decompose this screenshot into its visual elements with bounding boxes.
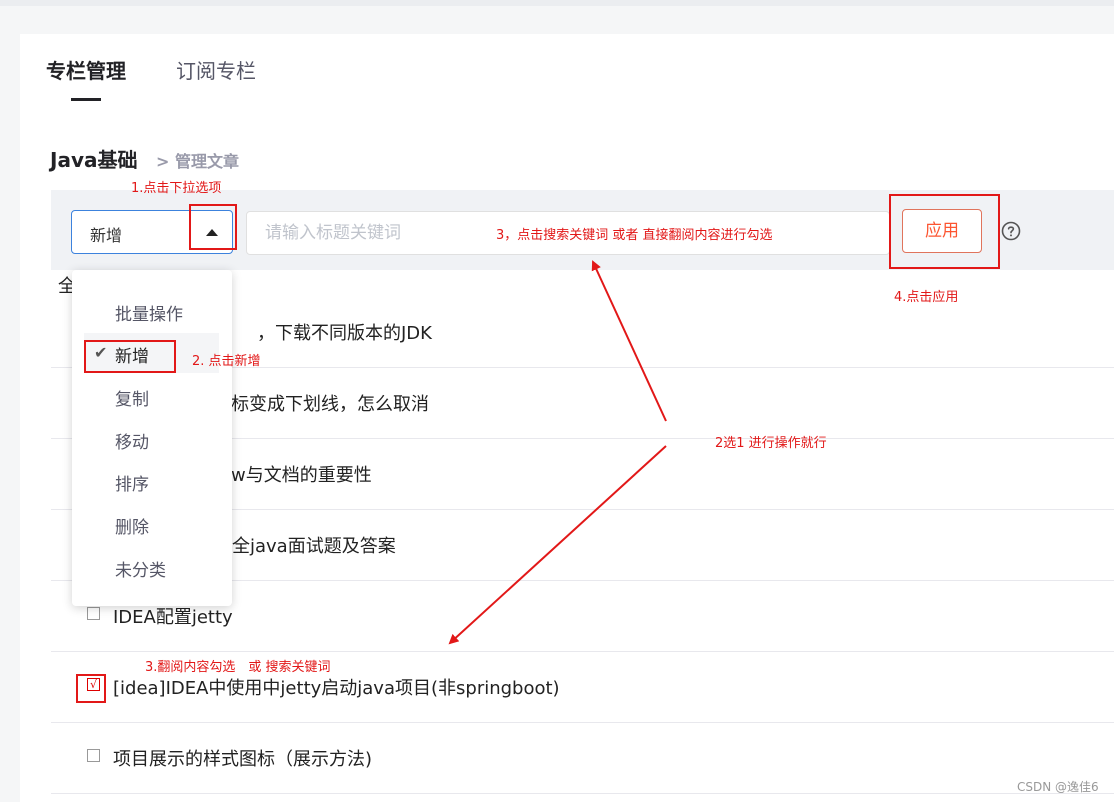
watermark: CSDN @逸佳6 (1017, 780, 1099, 794)
arrow-to-checkbox (448, 445, 667, 645)
annotation-arrows (448, 260, 667, 645)
arrow-to-search (591, 260, 667, 422)
